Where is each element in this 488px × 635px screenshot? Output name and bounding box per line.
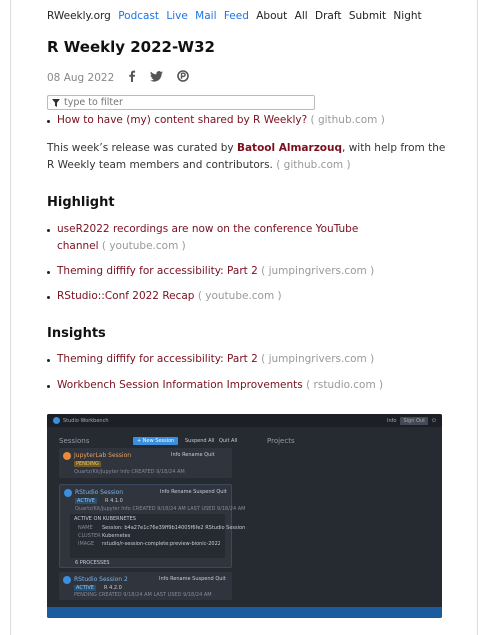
- nav-submit[interactable]: Submit: [349, 10, 386, 22]
- link-source[interactable]: ( jumpingrivers.com ): [261, 353, 374, 365]
- rstudio-session-icon: [64, 489, 72, 497]
- page-frame: RWeekly.org Podcast Live Mail Feed About…: [10, 0, 478, 635]
- twitter-icon[interactable]: [150, 70, 164, 85]
- shot-suspend-all: Suspend All: [185, 438, 215, 444]
- session-status: ACTIVE: [74, 585, 96, 591]
- shot-sign-out: Sign Out: [400, 416, 429, 425]
- nav-podcast[interactable]: Podcast: [118, 10, 159, 22]
- list-item: RStudio::Conf 2022 Recap ( youtube.com ): [47, 290, 282, 302]
- link-source[interactable]: ( youtube.com ): [198, 290, 282, 302]
- jupyter-icon: [63, 452, 71, 460]
- link-source[interactable]: ( jumpingrivers.com ): [261, 265, 374, 277]
- top-nav: RWeekly.org Podcast Live Mail Feed About…: [47, 10, 426, 22]
- section-heading-highlight: Highlight: [47, 195, 115, 210]
- session-card-rstudio: RStudio Session Info Rename Suspend Quit…: [59, 484, 245, 568]
- page-title: R Weekly 2022-W32: [47, 38, 215, 56]
- nav-all[interactable]: All: [295, 10, 308, 22]
- link-source[interactable]: ( github.com ): [311, 114, 385, 126]
- list-item: Workbench Session Information Improvemen…: [47, 379, 383, 391]
- session-detail-box: ACTIVE ON KUBERNETES NAME Session: b4a27…: [70, 514, 245, 558]
- highlight-link-1-cont[interactable]: channel: [57, 240, 99, 252]
- detail-value: Session: b4a27e1c76e39ff9b14005f6fe2 RSt…: [102, 525, 246, 531]
- shot-app-name: Studio Workbench: [63, 417, 109, 424]
- session-version: R 4.1.0: [105, 498, 123, 504]
- intro-link[interactable]: How to have (my) content shared by R Wee…: [57, 114, 307, 126]
- card-actions: Info Rename Quit: [171, 452, 215, 458]
- session-name: RStudio Session: [75, 489, 124, 496]
- detail-footer: 6 PROCESSES: [75, 560, 110, 566]
- detail-key: IMAGE: [78, 541, 95, 547]
- session-meta: PENDING CREATED 9/18/24 AM LAST USED 9/1…: [74, 592, 212, 598]
- curation-paragraph: This week’s release was curated by Batoo…: [47, 140, 452, 174]
- nav-mail[interactable]: Mail: [195, 10, 216, 22]
- curator-link[interactable]: Batool Almarzouq: [237, 142, 342, 154]
- list-item: Theming diffify for accessibility: Part …: [47, 265, 374, 277]
- session-name: JupyterLab Session: [74, 452, 132, 459]
- shot-projects-label: Projects: [267, 437, 295, 445]
- insights-link-1[interactable]: Theming diffify for accessibility: Part …: [57, 353, 258, 365]
- section-heading-insights: Insights: [47, 326, 106, 341]
- detail-value: Kubernetes: [102, 533, 131, 539]
- list-item: useR2022 recordings are now on the confe…: [47, 223, 358, 235]
- power-icon: ⏻: [432, 417, 436, 424]
- detail-key: NAME: [78, 525, 93, 531]
- filter-icon: [52, 98, 60, 107]
- curation-text: This week’s release was curated by: [47, 142, 237, 154]
- session-version: R 4.2.0: [104, 585, 122, 591]
- highlight-link-1[interactable]: useR2022 recordings are now on the confe…: [57, 223, 358, 235]
- shot-bottom-bar: [47, 607, 442, 618]
- facebook-icon[interactable]: [128, 70, 136, 85]
- list-item: Theming diffify for accessibility: Part …: [47, 353, 374, 365]
- shot-new-session: + New Session: [133, 437, 179, 445]
- filter-input[interactable]: [64, 97, 304, 108]
- list-item: How to have (my) content shared by R Wee…: [47, 114, 385, 126]
- filter-box[interactable]: [47, 95, 315, 110]
- link-source[interactable]: ( youtube.com ): [102, 240, 186, 252]
- shot-quit-all: Quit All: [219, 438, 238, 444]
- session-name: RStudio Session 2: [74, 576, 128, 583]
- session-card-rstudio-2: RStudio Session 2 Info Rename Suspend Qu…: [59, 572, 232, 600]
- highlight-link-2[interactable]: Theming diffify for accessibility: Part …: [57, 265, 258, 277]
- post-meta: 08 Aug 2022: [47, 70, 190, 85]
- shot-sessions-label: Sessions: [59, 437, 90, 445]
- detail-value: rstudio/r-session-complete:preview-bioni…: [102, 541, 220, 547]
- link-source[interactable]: ( rstudio.com ): [306, 379, 383, 391]
- nav-night[interactable]: Night: [393, 10, 421, 22]
- card-actions: Info Rename Suspend Quit: [160, 489, 227, 495]
- session-meta: Quartz/Kit/Jupyter Info CREATED 9/18/24 …: [75, 506, 246, 512]
- nav-home[interactable]: RWeekly.org: [47, 10, 111, 22]
- pocket-icon[interactable]: [177, 70, 190, 85]
- post-date: 08 Aug 2022: [47, 71, 115, 84]
- rstudio-logo-icon: [53, 417, 60, 424]
- curation-source[interactable]: ( github.com ): [276, 159, 350, 171]
- rstudio-session-icon: [63, 576, 71, 584]
- card-actions: Info Rename Suspend Quit: [159, 576, 226, 582]
- nav-feed[interactable]: Feed: [224, 10, 249, 22]
- nav-about[interactable]: About: [256, 10, 287, 22]
- embedded-screenshot: Studio Workbench Info Sign Out ⏻ Session…: [47, 414, 442, 618]
- detail-key: CLUSTER: [78, 533, 101, 539]
- shot-user: Info: [387, 417, 397, 424]
- nav-live[interactable]: Live: [166, 10, 187, 22]
- session-status: ACTIVE: [75, 498, 97, 504]
- insights-link-2[interactable]: Workbench Session Information Improvemen…: [57, 379, 303, 391]
- detail-header: ACTIVE ON KUBERNETES: [74, 516, 136, 522]
- nav-draft[interactable]: Draft: [315, 10, 341, 22]
- session-card-jupyter: JupyterLab Session PENDING Quartz/Kit/Ju…: [59, 448, 232, 478]
- session-status: PENDING: [74, 461, 101, 467]
- highlight-link-3[interactable]: RStudio::Conf 2022 Recap: [57, 290, 194, 302]
- session-meta: Quartz/Kit/Jupyter Info CREATED 9/18/24 …: [74, 469, 185, 475]
- list-item-continuation: channel ( youtube.com ): [47, 240, 186, 252]
- shot-topbar: Studio Workbench Info Sign Out ⏻: [47, 414, 442, 427]
